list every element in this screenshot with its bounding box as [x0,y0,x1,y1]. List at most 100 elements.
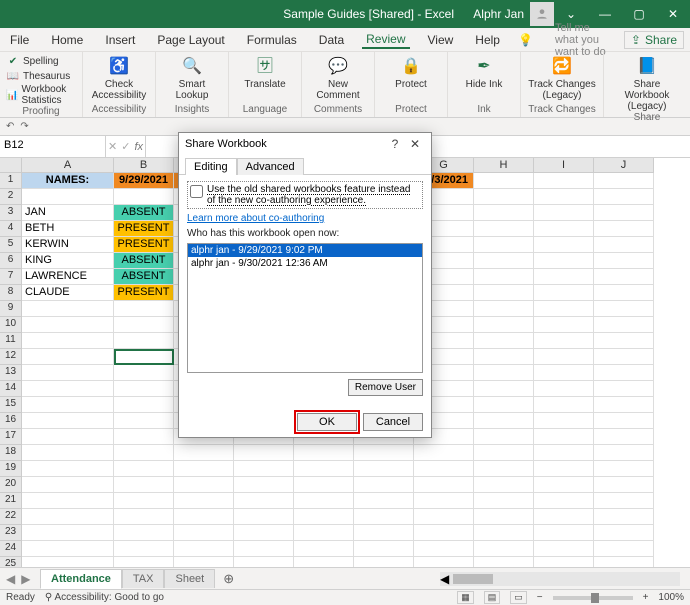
cell[interactable]: PRESENT [114,237,174,253]
cell[interactable] [594,429,654,445]
horizontal-scrollbar[interactable]: ◀ [440,572,680,586]
cell[interactable] [534,509,594,525]
cell[interactable] [534,445,594,461]
coauthoring-link[interactable]: Learn more about co-authoring [187,213,423,224]
cell[interactable] [22,541,114,557]
cell[interactable] [22,317,114,333]
cell[interactable] [534,525,594,541]
cell[interactable] [22,365,114,381]
cell[interactable] [594,509,654,525]
cell[interactable] [174,461,234,477]
tab-home[interactable]: Home [47,31,87,49]
cell[interactable]: PRESENT [114,221,174,237]
hide-ink-button[interactable]: ✒Hide Ink [454,54,514,90]
cell[interactable] [294,461,354,477]
cell[interactable] [594,269,654,285]
cell[interactable] [534,429,594,445]
cell[interactable] [474,205,534,221]
cell[interactable] [534,317,594,333]
cell[interactable] [174,541,234,557]
cell[interactable] [414,525,474,541]
cell[interactable] [234,461,294,477]
sheet-tab-sheet[interactable]: Sheet [164,569,215,588]
cell[interactable] [114,445,174,461]
cell[interactable] [594,461,654,477]
tab-review[interactable]: Review [362,30,409,49]
zoom-out-icon[interactable]: − [537,592,543,603]
cell[interactable] [594,413,654,429]
zoom-level[interactable]: 100% [658,592,684,603]
cell[interactable] [594,237,654,253]
cell[interactable] [534,541,594,557]
check-accessibility-button[interactable]: ♿Check Accessibility [89,54,149,101]
tab-page-layout[interactable]: Page Layout [153,31,228,49]
cell[interactable] [22,413,114,429]
cell[interactable] [474,269,534,285]
cell[interactable] [594,493,654,509]
cell[interactable] [474,349,534,365]
cell[interactable] [534,301,594,317]
cell[interactable] [354,541,414,557]
scroll-thumb[interactable] [453,574,493,584]
cell[interactable] [174,525,234,541]
cell[interactable] [114,349,174,365]
thesaurus-button[interactable]: 📖Thesaurus [6,69,76,83]
cell[interactable] [594,205,654,221]
cell[interactable] [474,333,534,349]
protect-button[interactable]: 🔒Protect [381,54,441,90]
cell[interactable] [234,525,294,541]
cell[interactable]: CLAUDE [22,285,114,301]
fx-button[interactable]: ✕✓fx [106,136,146,157]
cell[interactable] [22,525,114,541]
row-header[interactable]: 23 [0,525,22,541]
cell[interactable]: JAN [22,205,114,221]
redo-icon[interactable]: ↷ [20,121,28,132]
cell[interactable] [294,493,354,509]
cell[interactable] [22,445,114,461]
cell[interactable] [474,525,534,541]
cell[interactable]: NAMES: [22,173,114,189]
cell[interactable] [594,173,654,189]
spelling-button[interactable]: ✔Spelling [6,54,76,68]
cell[interactable] [294,445,354,461]
cell[interactable] [22,493,114,509]
cell[interactable] [174,445,234,461]
cell[interactable] [294,477,354,493]
cell[interactable] [594,189,654,205]
row-header[interactable]: 19 [0,461,22,477]
cell[interactable] [414,493,474,509]
cell[interactable] [534,477,594,493]
row-header[interactable]: 4 [0,221,22,237]
cancel-button[interactable]: Cancel [363,413,423,431]
row-header[interactable]: 12 [0,349,22,365]
cell[interactable] [474,365,534,381]
cell[interactable] [534,397,594,413]
cell[interactable] [114,317,174,333]
cell[interactable] [354,477,414,493]
cell[interactable] [294,509,354,525]
cell[interactable] [594,285,654,301]
cell[interactable] [22,301,114,317]
cell[interactable] [474,189,534,205]
list-item[interactable]: alphr jan - 9/29/2021 9:02 PM [188,244,422,257]
cell[interactable]: PRESENT [114,285,174,301]
cell[interactable] [174,509,234,525]
cell[interactable] [594,525,654,541]
cell[interactable] [534,269,594,285]
cell[interactable] [534,237,594,253]
legacy-share-checkbox[interactable] [190,185,203,198]
zoom-in-icon[interactable]: + [643,592,649,603]
cell[interactable] [22,381,114,397]
cell[interactable] [114,429,174,445]
cell[interactable] [474,237,534,253]
row-header[interactable]: 1 [0,173,22,189]
translate-button[interactable]: 🈂Translate [235,54,295,90]
add-sheet-icon[interactable]: ⊕ [215,569,242,589]
cell[interactable] [534,461,594,477]
cell[interactable] [534,221,594,237]
cell[interactable] [114,397,174,413]
cell[interactable] [294,525,354,541]
cell[interactable] [594,301,654,317]
cell[interactable] [114,365,174,381]
share-button[interactable]: ⇪Share [624,31,684,49]
